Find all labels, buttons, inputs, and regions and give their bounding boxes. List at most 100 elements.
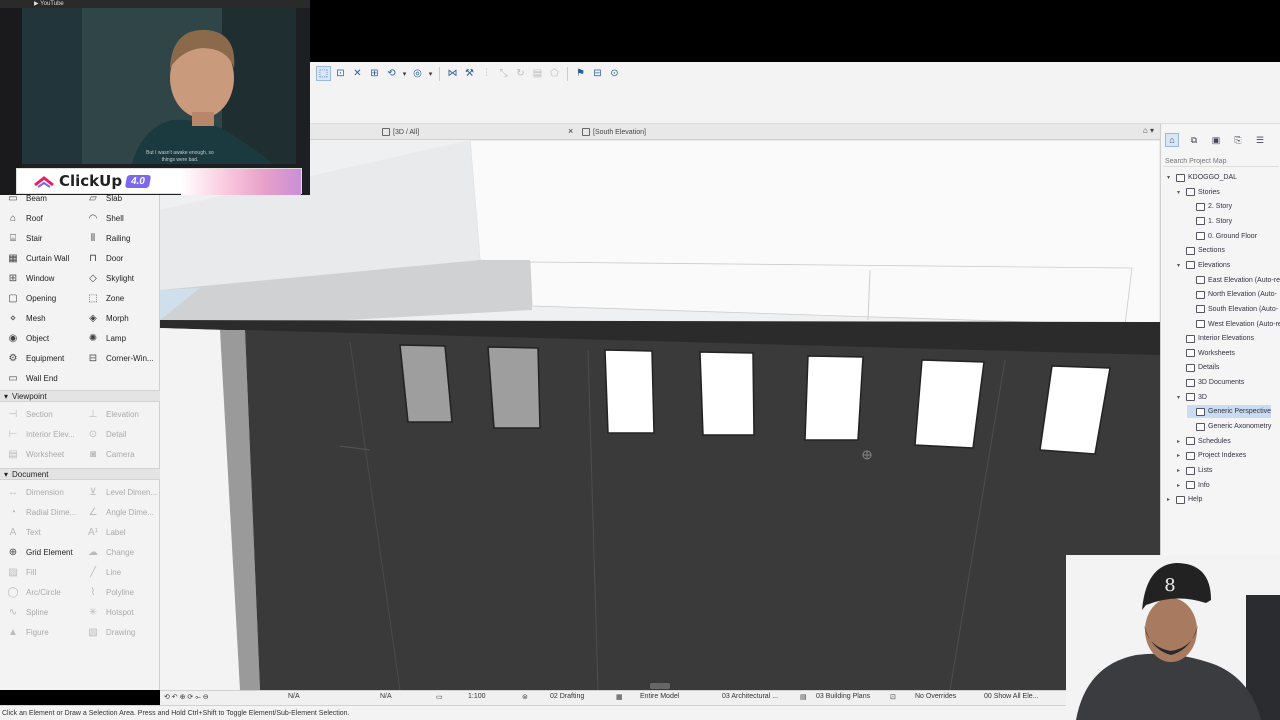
nav-controls-icon[interactable]: ⟲ ↶ ⊕ ⟳ ⟜ ⊖ bbox=[164, 693, 209, 702]
tab-south-elevation[interactable]: [South Elevation] bbox=[582, 125, 646, 139]
orbit-icon[interactable]: ⟲ bbox=[384, 66, 399, 81]
overrides-select[interactable]: No Overrides bbox=[915, 693, 956, 700]
tab-menu-icon[interactable]: ⌂ ▾ bbox=[1143, 126, 1154, 135]
close-icon[interactable]: × bbox=[568, 126, 573, 136]
tool-morph[interactable]: ◈ Morph bbox=[80, 308, 160, 328]
search-project-map-input[interactable] bbox=[1163, 156, 1279, 167]
tree-item[interactable]: Generic Axonometry bbox=[1187, 420, 1271, 433]
tool-mesh[interactable]: ⋄ Mesh bbox=[0, 308, 80, 328]
tool-stair[interactable]: ⌸ Stair bbox=[0, 228, 80, 248]
tool-label[interactable]: A¹ Label bbox=[80, 522, 160, 542]
plan-select[interactable]: 03 Building Plans bbox=[816, 693, 870, 700]
chevron-icon[interactable]: ▸ bbox=[1177, 467, 1183, 474]
tool-fill[interactable]: ▨ Fill bbox=[0, 562, 80, 582]
chevron-icon[interactable]: ▸ bbox=[1177, 482, 1183, 489]
chevron-icon[interactable]: ▸ bbox=[1177, 438, 1183, 445]
tree-item[interactable]: ▾ Elevations bbox=[1177, 259, 1230, 272]
tree-item[interactable]: 1. Story bbox=[1187, 215, 1232, 228]
scale-select[interactable]: 1:100 bbox=[468, 693, 486, 700]
tree-item[interactable]: West Elevation (Auto-re bbox=[1187, 318, 1280, 331]
tree-item[interactable]: ▾ 3D bbox=[1177, 391, 1207, 404]
flag-icon[interactable]: ⚑ bbox=[573, 66, 588, 81]
tool-drawing[interactable]: ▧ Drawing bbox=[80, 622, 160, 642]
ruler-icon[interactable]: ⫶ bbox=[479, 66, 494, 81]
tree-item[interactable]: ▸ Help bbox=[1167, 493, 1202, 506]
tool-window[interactable]: ⊞ Window bbox=[0, 268, 80, 288]
chevron-down-icon[interactable]: ▾ bbox=[427, 70, 434, 78]
xray-icon[interactable]: ✕ bbox=[350, 66, 365, 81]
tool-change[interactable]: ☁ Change bbox=[80, 542, 160, 562]
tree-item[interactable]: 0. Ground Floor bbox=[1187, 230, 1257, 243]
view-icon[interactable]: ⊡ bbox=[333, 66, 348, 81]
cut-icon[interactable]: ↻ bbox=[513, 66, 528, 81]
camera-icon[interactable]: ⊙ bbox=[607, 66, 622, 81]
view-map-icon[interactable]: ⧉ bbox=[1187, 133, 1201, 147]
tool-shell[interactable]: ◠ Shell bbox=[80, 208, 160, 228]
tree-item[interactable]: South Elevation (Auto- bbox=[1187, 303, 1278, 316]
tree-item[interactable]: 3D Documents bbox=[1177, 376, 1244, 389]
tool-figure[interactable]: ▲ Figure bbox=[0, 622, 80, 642]
tree-item[interactable]: ▸ Project Indexes bbox=[1177, 449, 1246, 462]
tree-item[interactable]: ▸ Info bbox=[1177, 479, 1210, 492]
tool-skylight[interactable]: ◇ Skylight bbox=[80, 268, 160, 288]
tool-camera[interactable]: ◙ Camera bbox=[80, 444, 160, 464]
tool-curtain-wall[interactable]: ▦ Curtain Wall bbox=[0, 248, 80, 268]
chevron-icon[interactable]: ▸ bbox=[1177, 452, 1183, 459]
tool-roof[interactable]: ⌂ Roof bbox=[0, 208, 80, 228]
renovation-filter-select[interactable]: 00 Show All Ele... bbox=[984, 693, 1038, 700]
tool-interior-elevation[interactable]: ⊢ Interior Elev... bbox=[0, 424, 80, 444]
tool-railing[interactable]: ⫴ Railing bbox=[80, 228, 160, 248]
grid-icon[interactable]: ⊞ bbox=[367, 66, 382, 81]
tool-spline[interactable]: ∿ Spline bbox=[0, 602, 80, 622]
tool-arc[interactable]: ◯ Arc/Circle bbox=[0, 582, 80, 602]
tool-wall-end[interactable]: ▭ Wall End bbox=[0, 368, 57, 388]
chevron-icon[interactable]: ▾ bbox=[1167, 174, 1173, 181]
tool-grid-element[interactable]: ⊕ Grid Element bbox=[0, 542, 80, 562]
tool-opening[interactable]: ▢ Opening bbox=[0, 288, 80, 308]
stack-icon[interactable]: ▤ bbox=[530, 66, 545, 81]
tool-level-dimension[interactable]: ⊻ Level Dimen... bbox=[80, 482, 160, 502]
chevron-icon[interactable]: ▾ bbox=[1177, 394, 1183, 401]
tree-item[interactable]: Generic Perspective bbox=[1187, 405, 1272, 419]
3d-viewport[interactable] bbox=[160, 140, 1160, 690]
tool-text[interactable]: A Text bbox=[0, 522, 80, 542]
trace-icon[interactable]: ⋈ bbox=[445, 66, 460, 81]
tool-line[interactable]: ╱ Line bbox=[80, 562, 160, 582]
tool-corner-window[interactable]: ⊟ Corner-Win... bbox=[80, 348, 160, 368]
tab-3d-all[interactable]: [3D / All] bbox=[382, 125, 419, 139]
publisher-icon[interactable]: ⎘ bbox=[1231, 133, 1245, 147]
pen-set-select[interactable]: 03 Architectural ... bbox=[722, 693, 778, 700]
align-icon[interactable]: ⤡ bbox=[496, 66, 511, 81]
splitter-handle[interactable] bbox=[650, 683, 670, 689]
tree-item[interactable]: North Elevation (Auto- bbox=[1187, 288, 1277, 301]
document-header[interactable]: ▾ Document bbox=[0, 468, 160, 480]
tool-hotspot[interactable]: ✳ Hotspot bbox=[80, 602, 160, 622]
tree-item[interactable]: ▾ KDOGGO_DAL bbox=[1167, 171, 1237, 184]
model-select[interactable]: Entire Model bbox=[640, 693, 679, 700]
project-map-icon[interactable]: ⌂ bbox=[1165, 133, 1179, 147]
tool-angle-dimension[interactable]: ∠ Angle Dime... bbox=[80, 502, 160, 522]
chevron-down-icon[interactable]: ▾ bbox=[401, 70, 408, 78]
tool-section[interactable]: ⊣ Section bbox=[0, 404, 80, 424]
tree-item[interactable]: ▸ Lists bbox=[1177, 464, 1212, 477]
tree-item[interactable]: ▸ Schedules bbox=[1177, 435, 1231, 448]
select-arrow-icon[interactable]: ⬚ bbox=[316, 66, 331, 81]
tool-worksheet[interactable]: ▤ Worksheet bbox=[0, 444, 80, 464]
tree-item[interactable]: 2. Story bbox=[1187, 200, 1232, 213]
tree-item[interactable]: Worksheets bbox=[1177, 347, 1235, 360]
render-icon[interactable]: ◎ bbox=[410, 66, 425, 81]
tree-item[interactable]: Interior Elevations bbox=[1177, 332, 1254, 345]
snap-icon[interactable]: ⊟ bbox=[590, 66, 605, 81]
chevron-icon[interactable]: ▾ bbox=[1177, 189, 1183, 196]
na-field[interactable]: N/A bbox=[288, 693, 300, 700]
tree-item[interactable]: Sections bbox=[1177, 244, 1225, 257]
tool-object[interactable]: ◉ Object bbox=[0, 328, 80, 348]
tree-item[interactable]: ▾ Stories bbox=[1177, 186, 1220, 199]
tool-detail[interactable]: ⊙ Detail bbox=[80, 424, 160, 444]
tool-radial-dimension[interactable]: ◔ Radial Dime... bbox=[0, 502, 80, 522]
chevron-icon[interactable]: ▾ bbox=[1177, 262, 1183, 269]
menu-icon[interactable]: ☰ bbox=[1253, 133, 1267, 147]
tool-zone[interactable]: ⬚ Zone bbox=[80, 288, 160, 308]
na-field[interactable]: N/A bbox=[380, 693, 392, 700]
layout-book-icon[interactable]: ▣ bbox=[1209, 133, 1223, 147]
